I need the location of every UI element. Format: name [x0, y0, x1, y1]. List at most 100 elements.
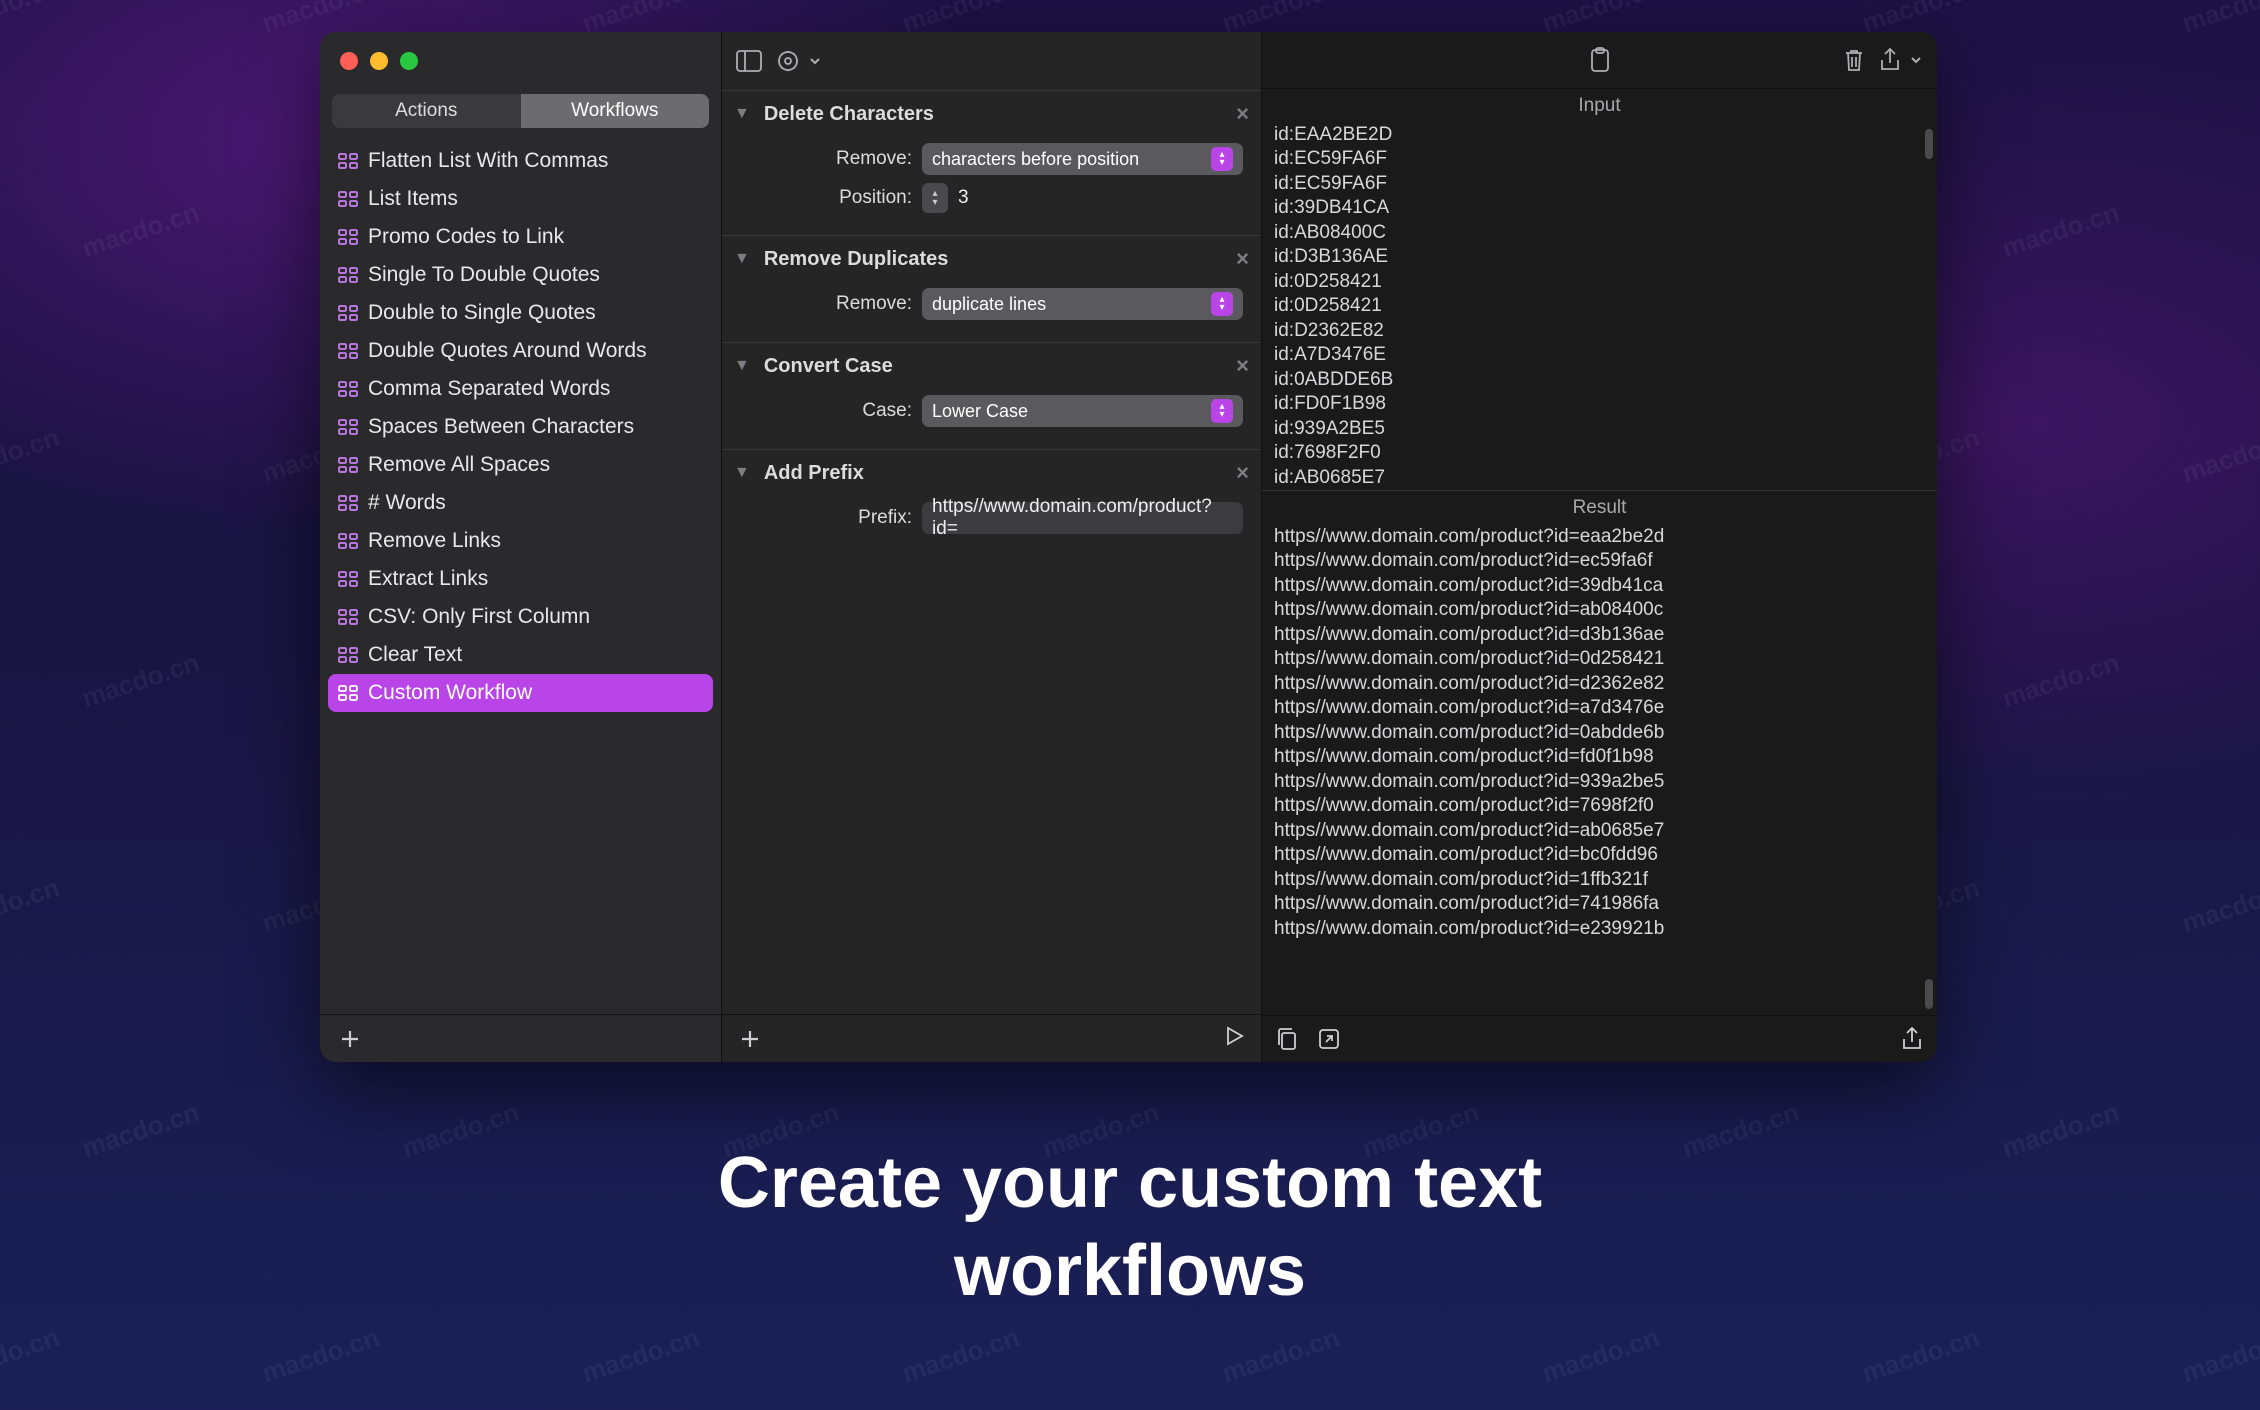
workflow-icon: [338, 152, 358, 170]
select-input[interactable]: duplicate lines: [922, 288, 1243, 320]
sidebar-item-label: CSV: Only First Column: [368, 605, 590, 629]
close-window-button[interactable]: [340, 52, 358, 70]
remove-step-button[interactable]: ×: [1236, 101, 1249, 127]
workflow-icon: [338, 532, 358, 550]
sidebar-item-label: Clear Text: [368, 643, 462, 667]
workflow-icon: [338, 684, 358, 702]
sidebar-toggle-icon[interactable]: [736, 50, 762, 72]
copy-icon[interactable]: [1276, 1027, 1298, 1051]
sidebar-item[interactable]: Double Quotes Around Words: [328, 332, 713, 370]
result-title: Result: [1262, 491, 1937, 525]
select-value: characters before position: [932, 149, 1139, 170]
sidebar-item[interactable]: Extract Links: [328, 560, 713, 598]
step-row-label: Position:: [722, 187, 922, 209]
zoom-window-button[interactable]: [400, 52, 418, 70]
sidebar-item[interactable]: Spaces Between Characters: [328, 408, 713, 446]
remove-step-button[interactable]: ×: [1236, 460, 1249, 486]
sidebar-item[interactable]: Comma Separated Words: [328, 370, 713, 408]
workflow-icon: [338, 646, 358, 664]
step-row: Position: 3: [722, 179, 1261, 217]
open-external-icon[interactable]: [1318, 1028, 1340, 1050]
sidebar-item[interactable]: Remove Links: [328, 522, 713, 560]
step-header[interactable]: ▼Delete Characters×: [722, 91, 1261, 139]
remove-step-button[interactable]: ×: [1236, 246, 1249, 272]
workflow-step: ▼Delete Characters× Remove: characters bef…: [722, 90, 1261, 235]
workflow-icon: [338, 304, 358, 322]
result-text[interactable]: https//www.domain.com/product?id=eaa2be2…: [1262, 525, 1937, 1015]
add-step-button[interactable]: [738, 1027, 762, 1051]
result-lines: https//www.domain.com/product?id=eaa2be2…: [1274, 525, 1925, 942]
sidebar-item-label: Flatten List With Commas: [368, 149, 608, 173]
minimize-window-button[interactable]: [370, 52, 388, 70]
scrollbar-thumb[interactable]: [1925, 129, 1933, 159]
remove-step-button[interactable]: ×: [1236, 353, 1249, 379]
workflow-icon: [338, 228, 358, 246]
step-header[interactable]: ▼ Add Prefix ×: [722, 450, 1261, 498]
stepper-input[interactable]: [922, 183, 948, 213]
step-row: Remove: characters before position: [722, 139, 1261, 179]
gear-icon[interactable]: [776, 49, 800, 73]
input-text[interactable]: id:EAA2BE2D id:EC59FA6F id:EC59FA6F id:3…: [1262, 123, 1937, 490]
scrollbar-thumb[interactable]: [1925, 979, 1933, 1009]
input-pane: Input id:EAA2BE2D id:EC59FA6F id:EC59FA6…: [1262, 89, 1937, 491]
workflow-icon: [338, 418, 358, 436]
step-row-label: Case:: [722, 400, 922, 422]
step-title: Remove Duplicates: [764, 248, 949, 271]
step-header[interactable]: ▼ Convert Case ×: [722, 343, 1261, 391]
sidebar-item[interactable]: Flatten List With Commas: [328, 142, 713, 180]
app-window: Actions Workflows Flatten List With Comm…: [320, 32, 1937, 1062]
sidebar-item-label: Comma Separated Words: [368, 377, 610, 401]
sidebar-item[interactable]: # Words: [328, 484, 713, 522]
step-header[interactable]: ▼ Remove Duplicates ×: [722, 236, 1261, 284]
run-button[interactable]: [1223, 1025, 1245, 1052]
sidebar-item-label: Spaces Between Characters: [368, 415, 634, 439]
disclosure-triangle-icon[interactable]: ▼: [734, 357, 750, 375]
export-icon[interactable]: [1901, 1026, 1923, 1052]
sidebar-item-label: Custom Workflow: [368, 681, 532, 705]
sidebar-item[interactable]: Single To Double Quotes: [328, 256, 713, 294]
step-title: Add Prefix: [764, 462, 864, 485]
select-value: Lower Case: [932, 401, 1028, 422]
tab-workflows[interactable]: Workflows: [521, 94, 710, 128]
trash-icon[interactable]: [1843, 48, 1865, 72]
editor-toolbar: [722, 32, 1261, 90]
sidebar-item[interactable]: Clear Text: [328, 636, 713, 674]
select-input[interactable]: Lower Case: [922, 395, 1243, 427]
select-caret-icon: [1211, 292, 1233, 316]
sidebar-footer: [320, 1014, 721, 1062]
tab-actions[interactable]: Actions: [332, 94, 521, 128]
share-icon[interactable]: [1879, 47, 1901, 73]
workflow-icon: [338, 342, 358, 360]
stepper-value[interactable]: 3: [958, 187, 969, 209]
io-toolbar: [1262, 32, 1937, 89]
workflow-editor: ▼Delete Characters× Remove: characters bef…: [722, 32, 1262, 1062]
window-controls: [320, 32, 721, 70]
step-row-label: Remove:: [722, 148, 922, 170]
sidebar-item[interactable]: Remove All Spaces: [328, 446, 713, 484]
select-value: duplicate lines: [932, 294, 1046, 315]
add-workflow-button[interactable]: [338, 1027, 362, 1051]
input-title: Input: [1262, 89, 1937, 123]
select-input[interactable]: characters before position: [922, 143, 1243, 175]
disclosure-triangle-icon[interactable]: ▼: [734, 105, 750, 123]
disclosure-triangle-icon[interactable]: ▼: [734, 464, 750, 482]
workflow-icon: [338, 570, 358, 588]
sidebar-item[interactable]: Promo Codes to Link: [328, 218, 713, 256]
select-caret-icon: [1211, 147, 1233, 171]
clipboard-icon[interactable]: [1588, 47, 1612, 73]
sidebar-item[interactable]: CSV: Only First Column: [328, 598, 713, 636]
step-title: Convert Case: [764, 355, 893, 378]
io-footer: [1262, 1015, 1937, 1062]
sidebar-item-label: Extract Links: [368, 567, 488, 591]
disclosure-triangle-icon[interactable]: ▼: [734, 250, 750, 268]
sidebar-tabs: Actions Workflows: [332, 94, 709, 128]
steps-list: ▼Delete Characters× Remove: characters bef…: [722, 90, 1261, 1014]
chevron-down-icon[interactable]: [808, 54, 822, 68]
sidebar-item[interactable]: Double to Single Quotes: [328, 294, 713, 332]
select-caret-icon: [1211, 399, 1233, 423]
chevron-down-icon[interactable]: [1909, 53, 1923, 67]
workflow-icon: [338, 456, 358, 474]
text-input[interactable]: https//www.domain.com/product?id=: [922, 502, 1243, 534]
sidebar-item[interactable]: List Items: [328, 180, 713, 218]
sidebar-item[interactable]: Custom Workflow: [328, 674, 713, 712]
